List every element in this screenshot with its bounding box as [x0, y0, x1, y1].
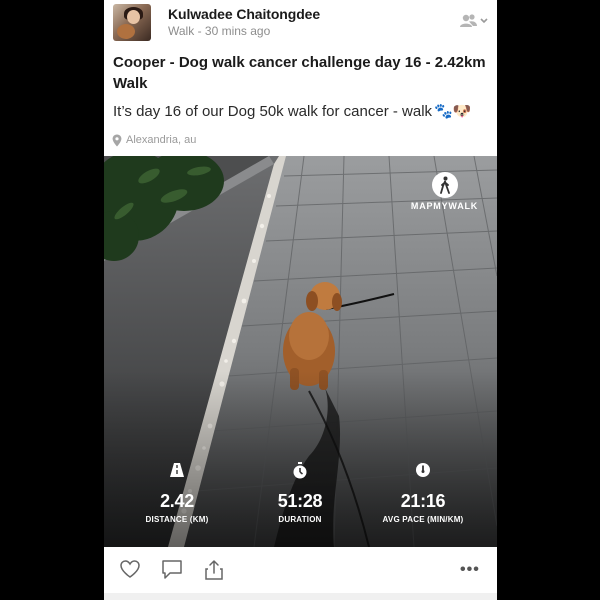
activity-card: Kulwadee Chaitongdee Walk - 30 mins ago …: [104, 0, 497, 600]
description-text: It’s day 16 of our Dog 50k walk for canc…: [113, 103, 433, 120]
location-text: Alexandria, au: [126, 134, 197, 146]
post-description: It’s day 16 of our Dog 50k walk for canc…: [113, 102, 491, 122]
card-bottom-divider: [104, 593, 497, 600]
distance-value: 2.42: [160, 491, 194, 511]
pace-value: 21:16: [400, 491, 446, 511]
more-options-button[interactable]: •••: [460, 561, 480, 579]
walker-icon: [431, 172, 458, 198]
location-pin-icon: [112, 134, 122, 146]
time-ago: 30 mins ago: [204, 24, 271, 38]
comment-icon[interactable]: [161, 559, 183, 580]
stat-distance: 2.42 DISTANCE (KM): [122, 461, 232, 524]
post-header: Kulwadee Chaitongdee Walk - 30 mins ago: [104, 0, 497, 46]
heart-icon[interactable]: [119, 559, 141, 579]
user-name[interactable]: Kulwadee Chaitongdee: [168, 6, 320, 22]
meta-separator: -: [194, 24, 205, 38]
activity-stats: 2.42 DISTANCE (KM) 51:28 DURATION 21:16 …: [104, 461, 497, 541]
brand-watermark: MAPMYWALK: [402, 172, 487, 211]
pace-label: AVG PACE (MIN/KM): [382, 515, 464, 524]
brand-name: MAPMYWALK: [410, 201, 479, 211]
paw-dog-emoji: 🐾🐶: [434, 103, 472, 121]
post-actions: •••: [104, 549, 497, 593]
stat-pace: 21:16 AVG PACE (MIN/KM): [368, 461, 478, 524]
gauge-icon: [368, 461, 478, 479]
road-icon: [122, 461, 232, 479]
share-icon[interactable]: [204, 559, 224, 581]
duration-label: DURATION: [278, 515, 322, 524]
post-meta: Walk - 30 mins ago: [168, 24, 270, 38]
avatar[interactable]: [113, 4, 151, 41]
location: Alexandria, au: [112, 131, 196, 149]
activity-photo[interactable]: MAPMYWALK 2.42 DISTANCE (KM) 51:28 DURAT…: [104, 156, 497, 547]
post-title[interactable]: Cooper - Dog walk cancer challenge day 1…: [113, 52, 491, 94]
duration-value: 51:28: [277, 491, 323, 511]
distance-label: DISTANCE (KM): [145, 515, 209, 524]
stat-duration: 51:28 DURATION: [245, 461, 355, 524]
friends-privacy-icon[interactable]: [458, 12, 490, 30]
stopwatch-icon: [245, 461, 355, 479]
activity-type: Walk: [168, 24, 195, 38]
